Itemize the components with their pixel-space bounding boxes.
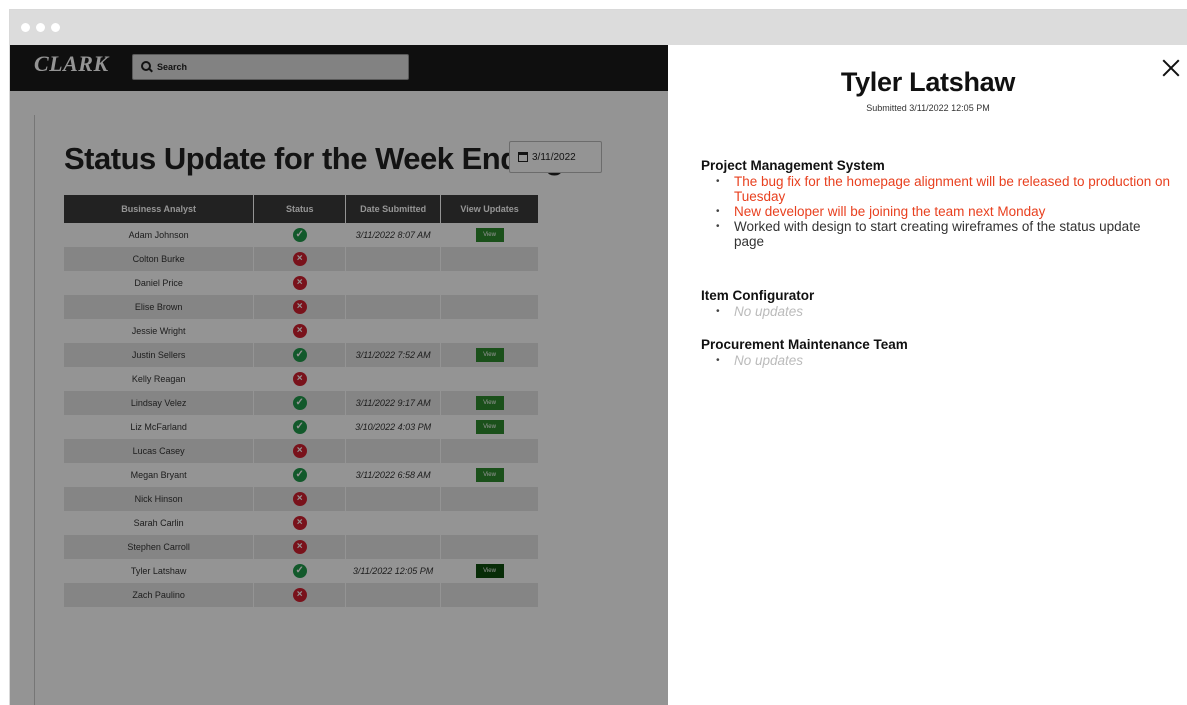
- update-list: No updates: [701, 304, 1171, 319]
- update-item: New developer will be joining the team n…: [716, 204, 1171, 219]
- update-item: The bug fix for the homepage alignment w…: [716, 174, 1171, 204]
- modal-backdrop[interactable]: [10, 45, 668, 705]
- project-title: Project Management System: [701, 158, 885, 173]
- window-dot-icon[interactable]: [36, 23, 45, 32]
- update-item: Worked with design to start creating wir…: [716, 219, 1171, 249]
- window-titlebar: [10, 10, 1187, 45]
- window-dot-icon[interactable]: [51, 23, 60, 32]
- update-item: No updates: [716, 353, 1171, 368]
- project-title: Procurement Maintenance Team: [701, 337, 908, 352]
- update-list: The bug fix for the homepage alignment w…: [701, 174, 1171, 249]
- update-item: No updates: [716, 304, 1171, 319]
- update-detail-panel: Tyler Latshaw Submitted 3/11/2022 12:05 …: [668, 45, 1187, 705]
- panel-analyst-name: Tyler Latshaw: [840, 67, 1016, 97]
- project-section: Item ConfiguratorNo updates: [701, 288, 1171, 319]
- update-list: No updates: [701, 353, 1171, 368]
- project-section: Project Management SystemThe bug fix for…: [701, 158, 1171, 249]
- window-dot-icon[interactable]: [21, 23, 30, 32]
- project-title: Item Configurator: [701, 288, 815, 303]
- panel-submitted-time: Submitted 3/11/2022 12:05 PM: [866, 103, 990, 113]
- app-page: CLARK Search Status Update for the Week …: [10, 45, 668, 705]
- browser-window: CLARK Search Status Update for the Week …: [9, 9, 1187, 705]
- project-section: Procurement Maintenance TeamNo updates: [701, 337, 1171, 368]
